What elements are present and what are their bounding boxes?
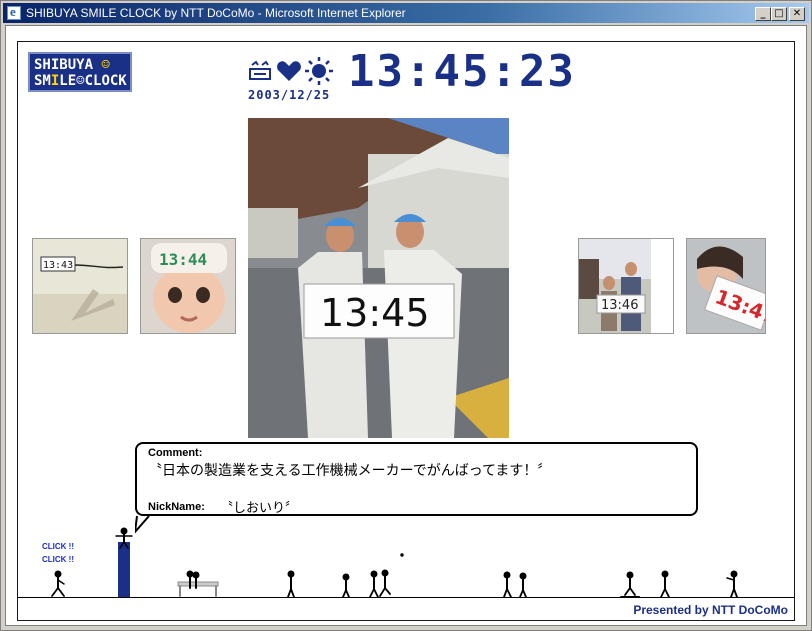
- face-icon: [249, 60, 271, 80]
- maximize-button[interactable]: □: [771, 7, 787, 21]
- dancing-pair[interactable]: [369, 569, 391, 598]
- shibuya-smile-clock-logo[interactable]: SHIBUYA ☺ SMILE☺CLOCK: [28, 52, 132, 92]
- page-content: SHIBUYA ☺ SMILE☺CLOCK 13:45:23 2003/12/2…: [5, 25, 807, 626]
- thumb-photo-left-1[interactable]: 13:43: [32, 238, 128, 334]
- person-pointing[interactable]: [726, 570, 738, 598]
- person-standing[interactable]: [287, 570, 295, 598]
- clock-frame: SHIBUYA ☺ SMILE☺CLOCK 13:45:23 2003/12/2…: [17, 41, 795, 621]
- ie-icon: [7, 4, 21, 20]
- main-photo-time: 13:45: [320, 291, 430, 335]
- clock-time: 13:45:23: [348, 46, 576, 97]
- thumb-photo-right-2[interactable]: 13:47: [686, 238, 766, 334]
- thumb-left-1-time: 13:43: [43, 260, 73, 271]
- nickname-label: NickName:: [148, 501, 205, 513]
- logo-text-2d: CLOCK: [84, 73, 127, 89]
- walking-person[interactable]: [51, 570, 65, 597]
- bench-people: [177, 570, 219, 597]
- window-title: SHIBUYA SMILE CLOCK by NTT DoCoMo - Micr…: [26, 6, 406, 20]
- thumb-photo-left-2[interactable]: 13:44: [140, 238, 236, 334]
- comment-label: Comment:: [148, 447, 203, 459]
- person-walking-3[interactable]: [660, 570, 670, 598]
- title-bar[interactable]: SHIBUYA SMILE CLOCK by NTT DoCoMo - Micr…: [3, 3, 809, 23]
- browser-window: SHIBUYA SMILE CLOCK by NTT DoCoMo - Micr…: [0, 0, 812, 631]
- ground-line: [18, 597, 794, 598]
- logo-face-icon: ☺: [101, 57, 110, 73]
- person-walking-2[interactable]: [342, 573, 350, 598]
- comment-text: 〝日本の製造業を支える工作機械メーカーでがんばってます！〞: [148, 463, 552, 479]
- street-scene: [51, 527, 738, 598]
- logo-text-2c: LE: [59, 73, 77, 89]
- heart-icon: [277, 61, 301, 81]
- clock-icons: [248, 56, 340, 86]
- sun-icon: [305, 57, 333, 85]
- clock-date: 2003/12/25: [248, 88, 331, 102]
- logo-text-1: SHIBUYA: [34, 57, 94, 73]
- thumb-right-1-time: 13:46: [601, 298, 638, 313]
- minimize-button[interactable]: _: [755, 7, 771, 21]
- figure-on-pillar: [115, 527, 133, 549]
- nickname-value: 〝しおいり〞: [220, 501, 299, 516]
- skateboarder[interactable]: [620, 571, 640, 598]
- dot: [400, 553, 404, 557]
- close-button[interactable]: ✕: [789, 7, 805, 21]
- thumb-left-2-time: 13:44: [159, 250, 207, 269]
- main-photo[interactable]: 13:45: [248, 118, 509, 438]
- couple[interactable]: [503, 571, 527, 598]
- thumb-photo-right-1[interactable]: 13:46: [578, 238, 674, 334]
- logo-smile-icon: ☺: [76, 73, 85, 89]
- footer-credit: Presented by NTT DoCoMo: [633, 603, 788, 617]
- logo-text-2a: SM: [34, 73, 51, 89]
- comment-bubble: Comment: 〝日本の製造業を支える工作機械メーカーでがんばってます！〞 N…: [135, 442, 698, 534]
